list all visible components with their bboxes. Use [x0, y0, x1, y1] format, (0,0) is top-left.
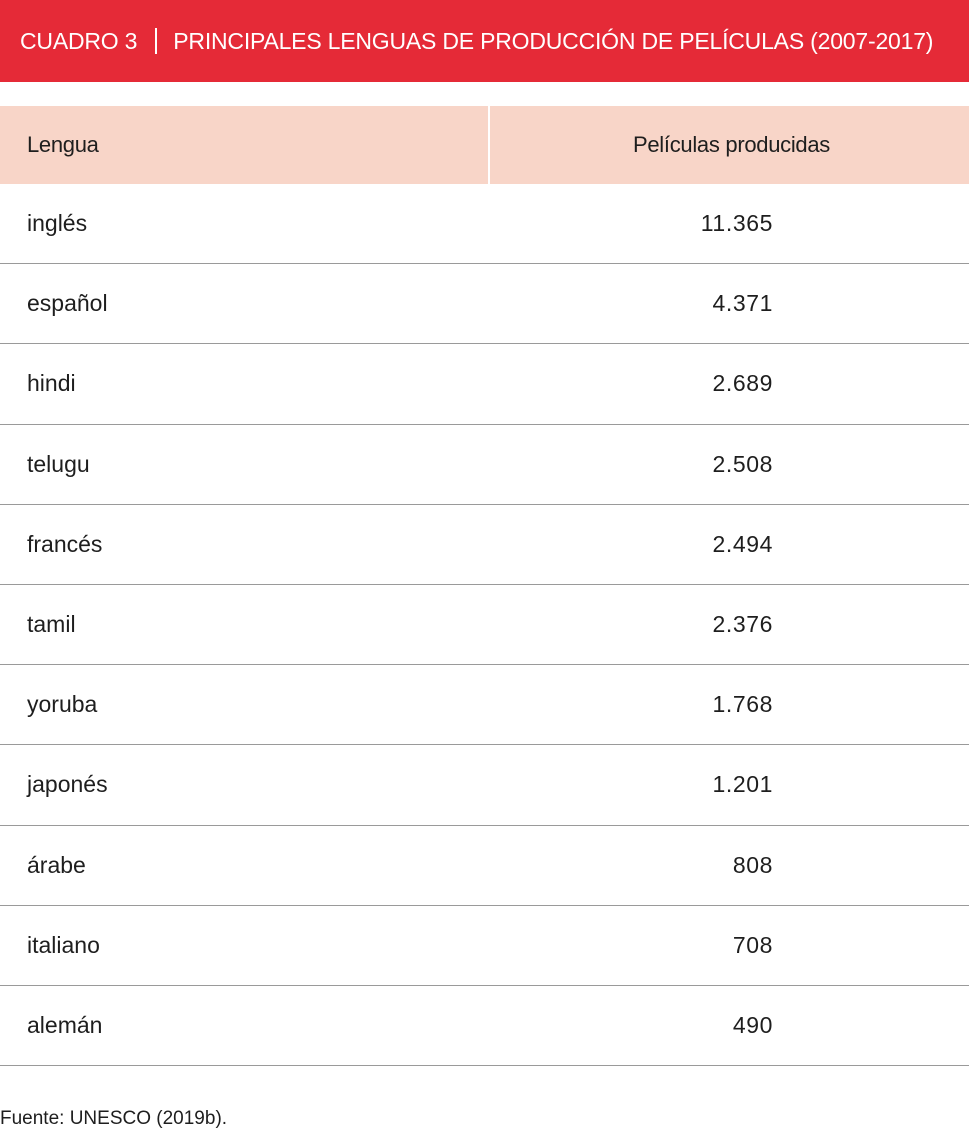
cell-language: español	[27, 290, 108, 317]
table-row: telugu 2.508	[0, 425, 969, 505]
cell-language: hindi	[27, 370, 76, 397]
table-header-row: Lengua Películas producidas	[0, 106, 969, 184]
cell-films: 1.768	[712, 691, 773, 718]
title-separator	[155, 28, 158, 54]
table-row: alemán 490	[0, 986, 969, 1067]
table-number: CUADRO 3	[20, 27, 138, 54]
cell-films: 2.494	[712, 530, 773, 557]
table-body: inglés 11.365 español 4.371 hindi 2.689 telugu…	[0, 184, 969, 1067]
table-row: español 4.371	[0, 264, 969, 345]
table-row: yoruba 1.768	[0, 665, 969, 746]
cell-films: 808	[732, 851, 773, 878]
cell-language: italiano	[27, 931, 100, 958]
column-header-language: Lengua	[0, 106, 490, 184]
column-header-films: Películas producidas	[633, 132, 831, 157]
cell-language: telugu	[27, 450, 90, 477]
cell-language: japonés	[27, 771, 108, 798]
table-row: tamil 2.376	[0, 585, 969, 666]
cell-language: inglés	[27, 210, 88, 237]
cell-films: 4.371	[712, 290, 773, 317]
table-title-bar: CUADRO 3 PRINCIPALES LENGUAS DE PRODUCCI…	[0, 0, 969, 82]
cell-films: 2.689	[712, 370, 773, 397]
table-row: árabe 808	[0, 826, 969, 906]
table-title: PRINCIPALES LENGUAS DE PRODUCCIÓN DE PEL…	[173, 27, 934, 54]
source-note: Fuente: UNESCO (2019b).	[0, 1108, 228, 1129]
cell-language: yoruba	[27, 691, 98, 718]
cell-language: árabe	[27, 851, 86, 878]
table-row: inglés 11.365	[0, 184, 969, 265]
cell-language: alemán	[27, 1011, 103, 1038]
table-row: italiano 708	[0, 906, 969, 986]
cell-films: 2.508	[712, 450, 773, 477]
table-row: hindi 2.689	[0, 344, 969, 425]
cell-films: 490	[732, 1011, 773, 1038]
cell-films: 11.365	[700, 210, 773, 237]
cell-films: 2.376	[712, 611, 773, 638]
cell-films: 1.201	[712, 771, 773, 798]
cell-language: tamil	[27, 611, 76, 638]
data-table: Lengua Películas producidas inglés 11.365…	[0, 106, 969, 1067]
table-row: francés 2.494	[0, 505, 969, 585]
cell-films: 708	[732, 931, 773, 958]
cell-language: francés	[27, 530, 103, 557]
table-row: japonés 1.201	[0, 745, 969, 826]
